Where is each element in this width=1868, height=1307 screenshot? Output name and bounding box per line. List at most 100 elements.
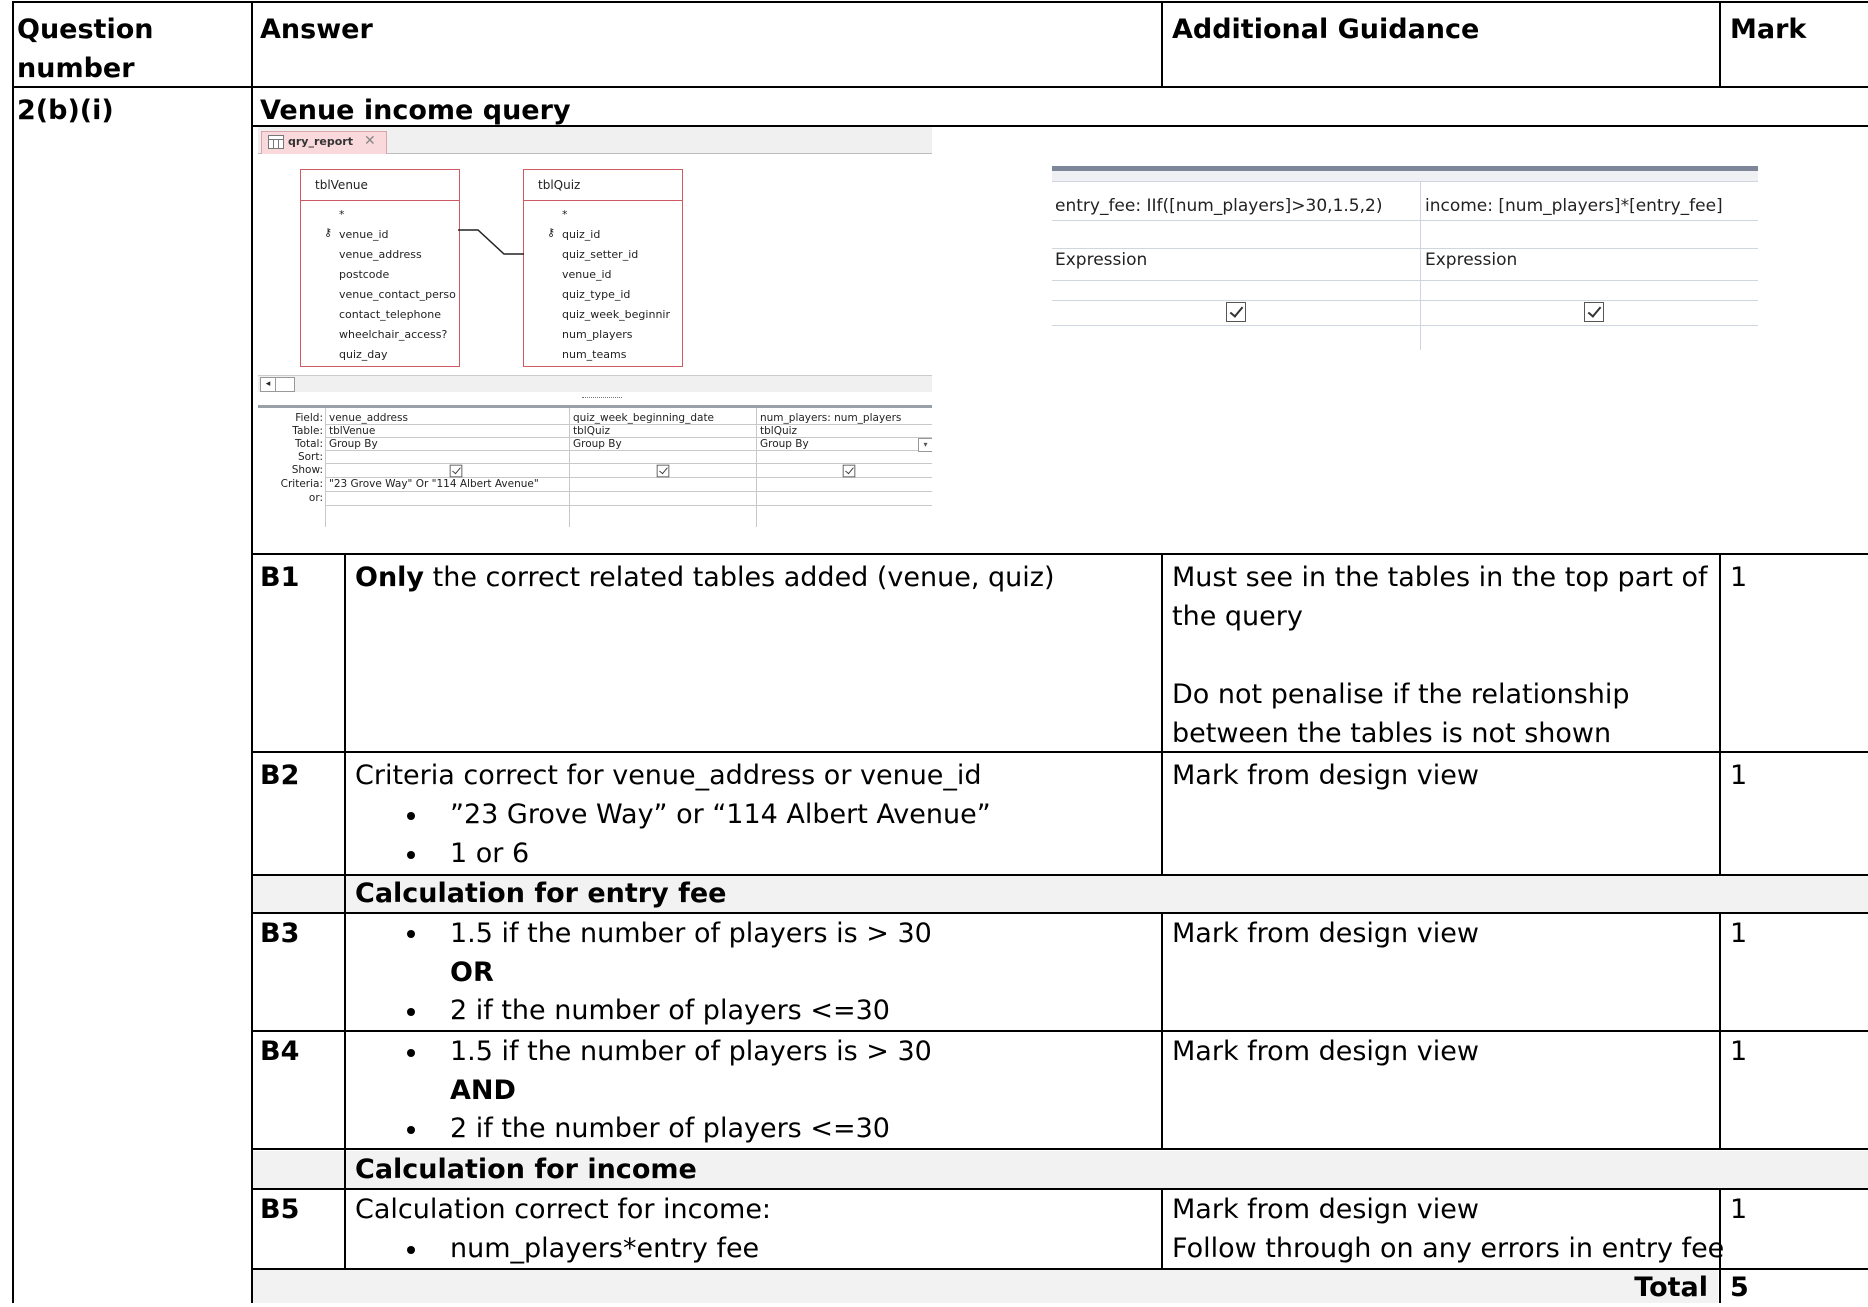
grid-label: Field: bbox=[295, 412, 323, 424]
field-item: * bbox=[562, 208, 568, 221]
grid-label: Total: bbox=[294, 438, 323, 450]
header-answer: Answer bbox=[260, 14, 373, 45]
b4-bullet1: 1.5 if the number of players is > 30 bbox=[450, 1036, 932, 1067]
b1-answer-bold: Only bbox=[355, 562, 425, 593]
b2-bullet2: 1 or 6 bbox=[450, 838, 530, 869]
key-icon: ⚷ bbox=[547, 226, 556, 239]
field-item: contact_telephone bbox=[339, 308, 441, 321]
b1-guidance-line3: Do not penalise if the relationship bbox=[1172, 679, 1630, 710]
bullet-icon bbox=[407, 930, 415, 938]
expression-field-entry-fee[interactable]: entry_fee: IIf([num_players]>30,1.5,2) bbox=[1055, 196, 1382, 216]
query-design-grid: Field: Table: Total: Sort: Show: Criteri… bbox=[258, 405, 932, 527]
b4-mark: 1 bbox=[1730, 1036, 1748, 1067]
header-mark: Mark bbox=[1730, 14, 1807, 45]
show-checkbox[interactable] bbox=[1226, 302, 1246, 322]
close-icon[interactable]: ✕ bbox=[364, 133, 376, 149]
expression-total-cell[interactable]: Expression bbox=[1055, 250, 1147, 270]
splitter-grip[interactable] bbox=[582, 397, 622, 400]
grid-criteria-cell[interactable]: "23 Grove Way" Or "114 Albert Avenue" bbox=[329, 478, 539, 490]
bullet-icon bbox=[407, 1246, 415, 1254]
field-item: quiz_week_beginnir bbox=[562, 308, 670, 321]
grid-table-cell[interactable]: tblQuiz bbox=[760, 425, 797, 437]
b4-guidance: Mark from design view bbox=[1172, 1036, 1479, 1067]
tab-label: qry_report bbox=[288, 135, 353, 148]
b2-guidance: Mark from design view bbox=[1172, 760, 1479, 791]
b5-bullet1: num_players*entry fee bbox=[450, 1233, 760, 1264]
grid-table-cell[interactable]: tblQuiz bbox=[573, 425, 610, 437]
expression-field-income[interactable]: income: [num_players]*[entry_fee] bbox=[1425, 196, 1723, 216]
grid-label: Sort: bbox=[297, 451, 323, 463]
show-checkbox[interactable] bbox=[842, 464, 856, 478]
table-name: tblQuiz bbox=[538, 178, 581, 192]
grid-field-cell[interactable]: venue_address bbox=[329, 412, 408, 424]
b3-bullet1: 1.5 if the number of players is > 30 bbox=[450, 918, 932, 949]
b1-mark: 1 bbox=[1730, 562, 1748, 593]
field-item: quiz_type_id bbox=[562, 288, 631, 301]
b1-guidance-line4: between the tables is not shown bbox=[1172, 718, 1612, 749]
show-checkbox[interactable] bbox=[1584, 302, 1604, 322]
key-icon: ⚷ bbox=[324, 226, 333, 239]
total-label: Total bbox=[1634, 1272, 1708, 1303]
grid-field-cell[interactable]: num_players: num_players bbox=[760, 412, 901, 424]
b5-mark: 1 bbox=[1730, 1194, 1748, 1225]
show-checkbox[interactable] bbox=[656, 464, 670, 478]
total-value: 5 bbox=[1730, 1272, 1749, 1303]
field-item: num_players bbox=[562, 328, 633, 341]
total-row bbox=[252, 1270, 1718, 1303]
grid-label: or: bbox=[308, 492, 323, 504]
header-question-number-line2: number bbox=[17, 53, 135, 84]
row-code-b2: B2 bbox=[260, 760, 300, 791]
row-code-b1: B1 bbox=[260, 562, 300, 593]
b1-answer-rest: the correct related tables added (venue,… bbox=[424, 562, 1055, 593]
tab-qry-report[interactable]: qry_report ✕ bbox=[261, 131, 387, 154]
b3-connector: OR bbox=[450, 957, 494, 988]
dropdown-icon[interactable]: ▾ bbox=[918, 438, 932, 452]
b3-bullet2: 2 if the number of players <=30 bbox=[450, 995, 890, 1026]
bullet-icon bbox=[407, 1126, 415, 1134]
field-item: num_teams bbox=[562, 348, 627, 361]
bullet-icon bbox=[407, 1049, 415, 1057]
field-item: venue_address bbox=[339, 248, 422, 261]
scroll-thumb[interactable] bbox=[275, 377, 295, 392]
b1-guidance-line1: Must see in the tables in the top part o… bbox=[1172, 562, 1708, 593]
bullet-icon bbox=[407, 812, 415, 820]
table-box-quiz[interactable]: tblQuiz * ⚷ quiz_id quiz_setter_id venue… bbox=[523, 169, 683, 367]
horizontal-scrollbar[interactable]: ◂ bbox=[258, 375, 932, 392]
grid-total-cell[interactable]: Group By bbox=[573, 438, 622, 450]
b2-answer: Criteria correct for venue_address or ve… bbox=[355, 760, 982, 791]
grid-label: Show: bbox=[291, 464, 323, 476]
show-checkbox[interactable] bbox=[449, 464, 463, 478]
grid-label: Criteria: bbox=[280, 478, 323, 490]
field-item: venue_id bbox=[339, 228, 389, 241]
header-guidance: Additional Guidance bbox=[1172, 14, 1480, 45]
b3-guidance: Mark from design view bbox=[1172, 918, 1479, 949]
b5-guidance-line2: Follow through on any errors in entry fe… bbox=[1172, 1233, 1725, 1264]
field-item: venue_id bbox=[562, 268, 612, 281]
grid-table-cell[interactable]: tblVenue bbox=[329, 425, 375, 437]
b5-answer: Calculation correct for income: bbox=[355, 1194, 772, 1225]
entry-fee-heading: Calculation for entry fee bbox=[355, 878, 727, 909]
scroll-left-icon[interactable]: ◂ bbox=[260, 377, 276, 392]
query-icon bbox=[268, 135, 284, 149]
table-box-venue[interactable]: tblVenue * ⚷ venue_id venue_address post… bbox=[300, 169, 460, 367]
bullet-icon bbox=[407, 1008, 415, 1016]
grid-total-cell[interactable]: Group By bbox=[329, 438, 378, 450]
header-question-number: Question bbox=[17, 10, 154, 49]
query-tab-bar: qry_report ✕ bbox=[258, 127, 932, 154]
b4-bullet2: 2 if the number of players <=30 bbox=[450, 1113, 890, 1144]
grid-label: Table: bbox=[292, 425, 323, 437]
field-item: postcode bbox=[339, 268, 390, 281]
field-item: quiz_setter_id bbox=[562, 248, 639, 261]
grid-total-cell[interactable]: Group By bbox=[760, 438, 809, 450]
row-code-b3: B3 bbox=[260, 918, 300, 949]
expression-columns-screenshot: entry_fee: IIf([num_players]>30,1.5,2) i… bbox=[1052, 160, 1758, 350]
field-item: venue_contact_perso bbox=[339, 288, 456, 301]
income-heading: Calculation for income bbox=[355, 1154, 697, 1185]
relationship-line bbox=[458, 229, 524, 255]
expression-total-cell[interactable]: Expression bbox=[1425, 250, 1517, 270]
bullet-icon bbox=[407, 851, 415, 859]
b2-bullet1: ”23 Grove Way” or “114 Albert Avenue” bbox=[450, 799, 991, 830]
grid-field-cell[interactable]: quiz_week_beginning_date bbox=[573, 412, 714, 424]
question-id: 2(b)(i) bbox=[17, 95, 114, 126]
row-code-b4: B4 bbox=[260, 1036, 300, 1067]
